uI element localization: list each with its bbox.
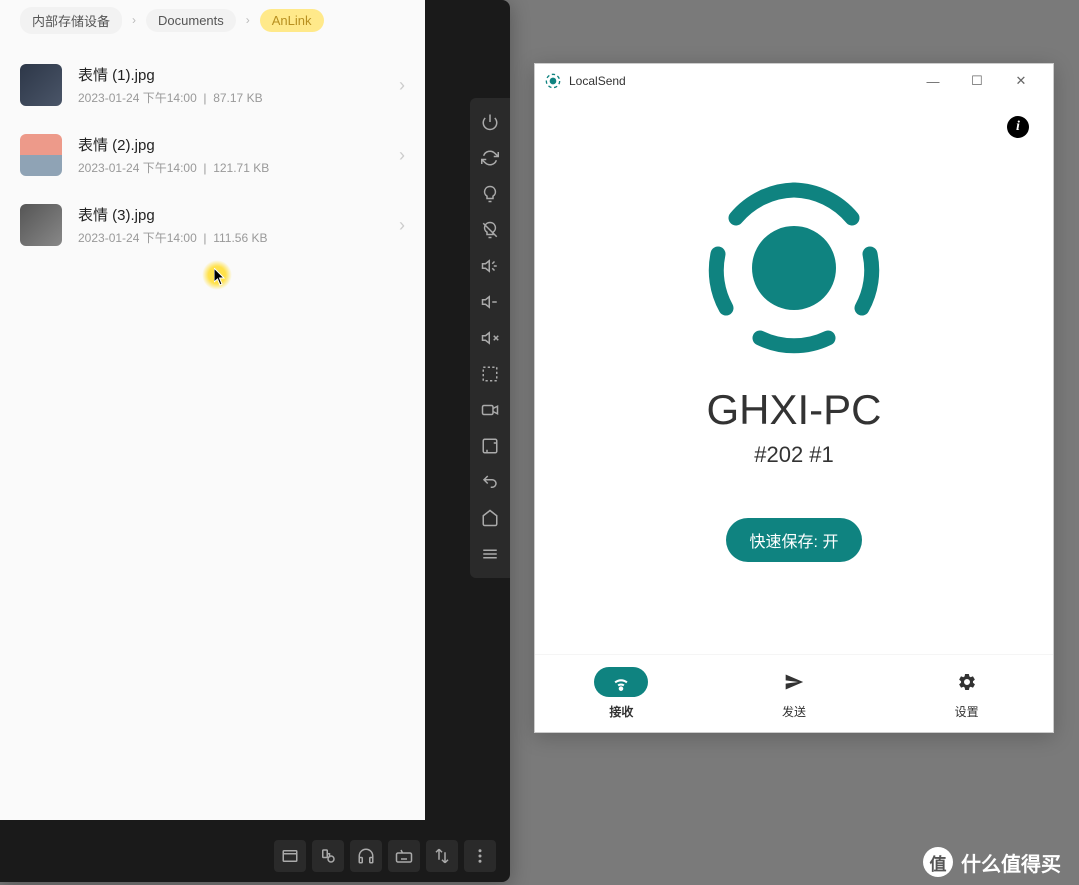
device-sub: #202 #1 xyxy=(754,442,834,468)
menu-icon[interactable] xyxy=(474,538,506,570)
send-icon xyxy=(767,667,821,697)
back-icon[interactable] xyxy=(474,466,506,498)
device-name: GHXI-PC xyxy=(706,386,881,434)
file-meta: 2023-01-24 下午14:00 | 87.17 KB xyxy=(78,89,399,106)
breadcrumb-item-anlink[interactable]: AnLink xyxy=(260,9,324,32)
mute-icon[interactable] xyxy=(474,322,506,354)
chevron-right-icon: › xyxy=(399,215,405,236)
gear-icon xyxy=(940,667,994,697)
file-list: 表情 (1).jpg 2023-01-24 下午14:00 | 87.17 KB… xyxy=(0,40,425,270)
headphones-icon[interactable] xyxy=(350,840,382,872)
rotate-icon[interactable] xyxy=(474,142,506,174)
volume-down-icon[interactable] xyxy=(474,286,506,318)
file-thumbnail xyxy=(20,134,62,176)
file-info: 表情 (1).jpg 2023-01-24 下午14:00 | 87.17 KB xyxy=(78,64,399,106)
chevron-right-icon: › xyxy=(399,145,405,166)
usb-icon[interactable] xyxy=(312,840,344,872)
more-icon[interactable] xyxy=(464,840,496,872)
chevron-right-icon: › xyxy=(399,75,405,96)
localsend-hero-icon xyxy=(704,178,884,358)
titlebar[interactable]: LocalSend — ☐ ✕ xyxy=(535,64,1053,98)
file-thumbnail xyxy=(20,204,62,246)
screenshot-icon[interactable] xyxy=(474,430,506,462)
phone-screen: 内部存储设备 › Documents › AnLink 表情 (1).jpg 2… xyxy=(0,0,425,820)
tab-label: 设置 xyxy=(955,703,979,720)
file-name: 表情 (3).jpg xyxy=(78,204,399,225)
wifi-icon xyxy=(594,667,648,697)
file-info: 表情 (2).jpg 2023-01-24 下午14:00 | 121.71 K… xyxy=(78,134,399,176)
tab-label: 发送 xyxy=(782,703,806,720)
bulb-icon[interactable] xyxy=(474,178,506,210)
home-icon[interactable] xyxy=(474,502,506,534)
tab-send[interactable]: 发送 xyxy=(708,655,881,732)
tab-label: 接收 xyxy=(609,703,633,720)
window-title: LocalSend xyxy=(569,74,911,88)
close-button[interactable]: ✕ xyxy=(999,66,1043,96)
tab-settings[interactable]: 设置 xyxy=(880,655,1053,732)
file-thumbnail xyxy=(20,64,62,106)
fullscreen-icon[interactable] xyxy=(474,358,506,390)
side-toolbar xyxy=(470,98,510,578)
file-name: 表情 (1).jpg xyxy=(78,64,399,85)
breadcrumb: 内部存储设备 › Documents › AnLink xyxy=(0,0,425,40)
breadcrumb-item-documents[interactable]: Documents xyxy=(146,9,236,32)
minimize-button[interactable]: — xyxy=(911,66,955,96)
localsend-logo-icon xyxy=(545,73,561,89)
keyboard-icon[interactable] xyxy=(388,840,420,872)
bottom-tabs: 接收 发送 设置 xyxy=(535,654,1053,732)
quicksave-button[interactable]: 快速保存: 开 xyxy=(726,518,863,562)
file-row[interactable]: 表情 (2).jpg 2023-01-24 下午14:00 | 121.71 K… xyxy=(20,120,405,190)
watermark-badge: 值 xyxy=(923,847,953,877)
window-icon[interactable] xyxy=(274,840,306,872)
record-icon[interactable] xyxy=(474,394,506,426)
watermark: 值 什么值得买 xyxy=(923,847,1061,877)
chevron-right-icon: › xyxy=(132,13,136,27)
volume-up-icon[interactable] xyxy=(474,250,506,282)
file-row[interactable]: 表情 (3).jpg 2023-01-24 下午14:00 | 111.56 K… xyxy=(20,190,405,260)
phone-mirror-window: 内部存储设备 › Documents › AnLink 表情 (1).jpg 2… xyxy=(0,0,510,882)
file-info: 表情 (3).jpg 2023-01-24 下午14:00 | 111.56 K… xyxy=(78,204,399,246)
file-meta: 2023-01-24 下午14:00 | 111.56 KB xyxy=(78,229,399,246)
chevron-right-icon: › xyxy=(246,13,250,27)
cursor-icon xyxy=(214,268,228,286)
info-button[interactable]: i xyxy=(1007,116,1029,138)
power-icon[interactable] xyxy=(474,106,506,138)
localsend-window: LocalSend — ☐ ✕ i GHXI-PC #202 #1 快速保存: … xyxy=(534,63,1054,733)
file-name: 表情 (2).jpg xyxy=(78,134,399,155)
file-meta: 2023-01-24 下午14:00 | 121.71 KB xyxy=(78,159,399,176)
transfer-icon[interactable] xyxy=(426,840,458,872)
file-row[interactable]: 表情 (1).jpg 2023-01-24 下午14:00 | 87.17 KB… xyxy=(20,50,405,120)
localsend-body: i GHXI-PC #202 #1 快速保存: 开 xyxy=(535,98,1053,654)
breadcrumb-item-storage[interactable]: 内部存储设备 xyxy=(20,7,122,34)
bottom-toolbar xyxy=(274,840,496,872)
maximize-button[interactable]: ☐ xyxy=(955,66,999,96)
bulb-off-icon[interactable] xyxy=(474,214,506,246)
tab-receive[interactable]: 接收 xyxy=(535,655,708,732)
watermark-text: 什么值得买 xyxy=(961,848,1061,877)
